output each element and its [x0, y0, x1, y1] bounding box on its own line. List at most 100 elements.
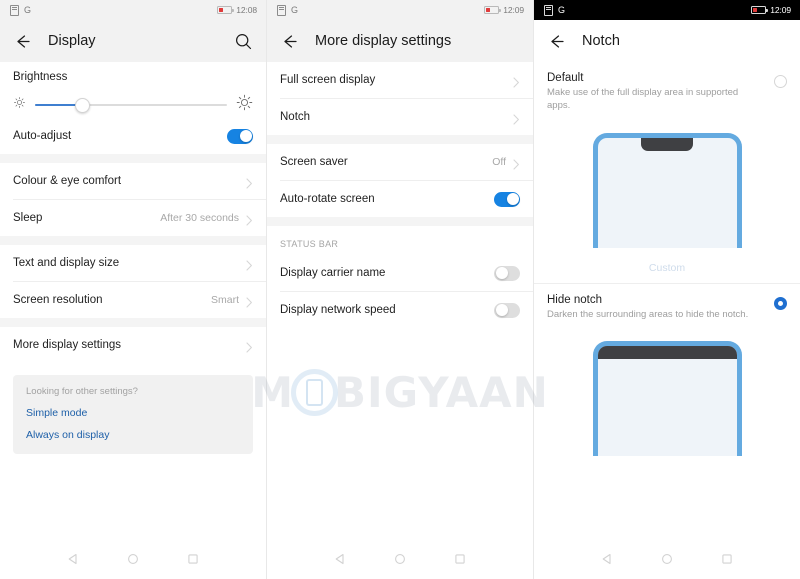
battery-low-icon	[217, 6, 234, 14]
row-auto-adjust[interactable]: Auto-adjust	[0, 118, 266, 154]
search-icon[interactable]	[234, 32, 253, 51]
list-separator	[267, 135, 533, 144]
chevron-right-icon	[246, 340, 253, 353]
option-title: Hide notch	[547, 293, 602, 306]
chevron-right-icon	[513, 75, 520, 88]
g-icon: G	[291, 4, 299, 15]
brightness-slider[interactable]	[35, 96, 227, 114]
row-label: Auto-rotate screen	[280, 193, 375, 205]
app-bar: Notch	[534, 20, 800, 62]
battery-low-icon	[484, 6, 501, 14]
screen-more-display-settings: G 12:09 More display settings Full scree…	[266, 0, 533, 579]
settings-list: Full screen display Notch Screen saver O…	[267, 62, 533, 539]
back-arrow-icon[interactable]	[280, 32, 299, 51]
settings-list: Brightness Auto-adjust Colour & eye comf…	[0, 62, 266, 539]
row-colour-eye-comfort[interactable]: Colour & eye comfort	[0, 163, 266, 199]
list-separator	[0, 318, 266, 327]
back-arrow-icon[interactable]	[547, 32, 566, 51]
chevron-right-icon	[513, 112, 520, 125]
battery-low-icon	[751, 6, 768, 14]
row-notch[interactable]: Notch	[267, 99, 533, 135]
chevron-right-icon	[246, 258, 253, 271]
row-label: Notch	[280, 111, 311, 123]
option-title: Default	[547, 72, 584, 84]
row-display-carrier-name[interactable]: Display carrier name	[267, 255, 533, 291]
g-icon: G	[558, 4, 566, 15]
back-arrow-icon[interactable]	[13, 32, 32, 51]
darkened-status-bar	[597, 346, 737, 360]
radio-hide-notch[interactable]	[774, 296, 787, 310]
nav-home-circle-icon[interactable]	[126, 552, 140, 566]
status-clock: 12:08	[236, 5, 257, 15]
radio-default[interactable]	[774, 75, 787, 88]
link-always-on-display[interactable]: Always on display	[26, 429, 240, 441]
row-display-network-speed[interactable]: Display network speed	[267, 292, 533, 328]
nav-recents-square-icon[interactable]	[453, 552, 467, 566]
nav-home-circle-icon[interactable]	[393, 552, 407, 566]
nav-home-circle-icon[interactable]	[660, 552, 674, 566]
nav-back-triangle-icon[interactable]	[600, 552, 614, 566]
app-bar: Display	[0, 20, 266, 62]
auto-adjust-toggle[interactable]	[227, 128, 253, 144]
row-sleep[interactable]: Sleep After 30 seconds	[0, 200, 266, 236]
display-carrier-name-toggle[interactable]	[494, 265, 520, 281]
row-text-and-display-size[interactable]: Text and display size	[0, 245, 266, 281]
screen-display: G 12:08 Display Brightness Auto-adjust C…	[0, 0, 266, 579]
row-value: After 30 seconds	[160, 212, 239, 224]
row-label: Screen saver	[280, 156, 348, 168]
section-header-status-bar: STATUS BAR	[267, 226, 533, 255]
row-full-screen-display[interactable]: Full screen display	[267, 62, 533, 98]
link-simple-mode[interactable]: Simple mode	[26, 407, 240, 419]
nav-recents-square-icon[interactable]	[186, 552, 200, 566]
brightness-low-icon	[13, 96, 26, 114]
notch-cutout	[641, 137, 693, 151]
navigation-bar	[0, 539, 266, 579]
navigation-bar	[534, 539, 800, 579]
chevron-right-icon	[246, 176, 253, 189]
auto-rotate-toggle[interactable]	[494, 191, 520, 207]
row-label: Full screen display	[280, 74, 376, 86]
g-icon: G	[24, 4, 32, 15]
nav-back-triangle-icon[interactable]	[333, 552, 347, 566]
brightness-high-icon	[236, 94, 253, 116]
row-label: Auto-adjust	[13, 130, 72, 142]
status-bar: G 12:09	[267, 0, 533, 20]
notch-options: Default Make use of the full display are…	[534, 62, 800, 539]
option-hide-notch[interactable]: Hide notch Darken the surrounding areas …	[534, 283, 800, 330]
row-value: Smart	[210, 294, 239, 306]
row-label: Screen resolution	[13, 294, 103, 306]
document-icon	[277, 4, 286, 16]
chevron-right-icon	[513, 157, 520, 170]
row-screen-saver[interactable]: Screen saver Off	[267, 144, 533, 180]
brightness-section: Brightness	[0, 62, 266, 118]
row-label: Colour & eye comfort	[13, 175, 122, 187]
nav-recents-square-icon[interactable]	[720, 552, 734, 566]
page-title: Display	[48, 33, 96, 49]
preview-notch-visible: Custom	[534, 120, 800, 283]
status-clock: 12:09	[503, 5, 524, 15]
option-subtitle: Darken the surrounding areas to hide the…	[547, 308, 749, 320]
status-bar: G 12:08	[0, 0, 266, 20]
page-title: More display settings	[315, 33, 452, 49]
navigation-bar	[267, 539, 533, 579]
row-more-display-settings[interactable]: More display settings	[0, 327, 266, 363]
status-clock: 12:09	[770, 5, 791, 15]
display-network-speed-toggle[interactable]	[494, 302, 520, 318]
row-label: Sleep	[13, 212, 43, 224]
page-title: Notch	[582, 33, 620, 49]
phone-outline	[592, 132, 742, 248]
list-separator	[267, 217, 533, 226]
row-label: Text and display size	[13, 257, 120, 269]
row-auto-rotate-screen[interactable]: Auto-rotate screen	[267, 181, 533, 217]
list-separator	[0, 154, 266, 163]
option-default[interactable]: Default Make use of the full display are…	[534, 62, 800, 121]
row-label: Display network speed	[280, 304, 396, 316]
document-icon	[10, 4, 19, 16]
phone-outline	[592, 341, 742, 457]
brightness-label: Brightness	[13, 71, 68, 83]
row-screen-resolution[interactable]: Screen resolution Smart	[0, 282, 266, 318]
list-separator	[0, 236, 266, 245]
row-label: Display carrier name	[280, 267, 386, 279]
nav-back-triangle-icon[interactable]	[66, 552, 80, 566]
slider-thumb[interactable]	[74, 97, 90, 113]
